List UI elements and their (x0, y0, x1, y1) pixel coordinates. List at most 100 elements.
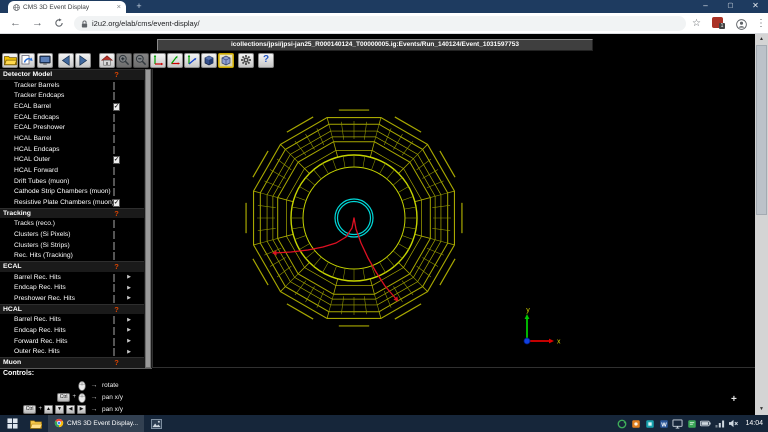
page-scrollbar-thumb[interactable] (756, 45, 767, 215)
sidebar-item-preshower-rec-hits[interactable]: Preshower Rec. Hits▶ (0, 293, 144, 304)
item-checkbox[interactable] (113, 188, 115, 196)
item-checkbox[interactable]: ✓ (113, 156, 120, 164)
section-header-detector-model[interactable]: Detector Model? (0, 69, 144, 80)
item-checkbox[interactable] (113, 327, 115, 335)
sidebar-item-hcal-forward[interactable]: HCAL Forward (0, 165, 144, 176)
sync-icon[interactable] (616, 418, 627, 430)
viewer-expand-button[interactable]: + (731, 394, 737, 405)
sidebar-scrollbar-thumb[interactable] (145, 69, 151, 368)
sidebar-item-tracker-barrels[interactable]: Tracker Barrels (0, 80, 144, 91)
section-header-tracking[interactable]: Tracking? (0, 208, 144, 219)
browser-menu-icon[interactable]: ⋮ (756, 16, 766, 31)
item-checkbox[interactable] (113, 114, 115, 122)
previous-event-button[interactable] (58, 53, 74, 68)
sidebar-item-tracker-endcaps[interactable]: Tracker Endcaps (0, 90, 144, 101)
security-icon[interactable] (630, 418, 641, 430)
page-scrollbar[interactable]: ▲ ▼ (755, 34, 768, 415)
open-file-button[interactable] (2, 53, 18, 68)
item-checkbox[interactable] (113, 231, 115, 239)
new-tab-button[interactable]: + (132, 0, 146, 12)
item-checkbox[interactable] (113, 167, 115, 175)
window-close-button[interactable]: ✕ (743, 0, 768, 13)
sidebar-item-rec-hits-tracking[interactable]: Rec. Hits (Tracking) (0, 250, 144, 261)
display-icon[interactable] (672, 418, 683, 430)
item-expand-icon[interactable]: ▶ (126, 274, 132, 280)
pad-button[interactable]: ▶ (77, 405, 86, 414)
sidebar-item-ecal-barrel[interactable]: ECAL Barrel✓ (0, 101, 144, 112)
sidebar-item-forward-rec-hits[interactable]: Forward Rec. Hits▶ (0, 336, 144, 347)
view-zy-button[interactable] (184, 53, 200, 68)
messaging-icon[interactable] (686, 418, 697, 430)
window-minimize-button[interactable]: – (693, 0, 718, 13)
sidebar-item-clusters-si-pixels[interactable]: Clusters (Si Pixels) (0, 229, 144, 240)
section-help-icon[interactable]: ? (113, 358, 120, 367)
settings-button[interactable] (238, 53, 254, 68)
sidebar-item-endcap-rec-hits[interactable]: Endcap Rec. Hits▶ (0, 325, 144, 336)
export-image-button[interactable] (19, 53, 35, 68)
section-header-hcal[interactable]: HCAL? (0, 304, 144, 315)
section-header-muon[interactable]: Muon? (0, 357, 144, 368)
pad-button[interactable]: ▲ (44, 405, 53, 414)
item-expand-icon[interactable]: ▶ (126, 327, 132, 333)
sidebar-item-hcal-barrel[interactable]: HCAL Barrel (0, 133, 144, 144)
next-event-button[interactable] (75, 53, 91, 68)
sidebar-scrollbar[interactable] (144, 69, 152, 368)
browser-tab[interactable]: CMS 3D Event Display × (8, 1, 126, 13)
sidebar-item-hcal-outer[interactable]: HCAL Outer✓ (0, 154, 144, 165)
item-checkbox[interactable] (113, 135, 115, 143)
scroll-down-icon[interactable]: ▼ (755, 404, 768, 415)
item-expand-icon[interactable]: ▶ (126, 338, 132, 344)
address-bar[interactable]: i2u2.org/elab/cms/event-display/ (74, 16, 686, 31)
item-checkbox[interactable] (113, 295, 115, 303)
view-yx-button[interactable] (150, 53, 166, 68)
item-expand-icon[interactable]: ▶ (126, 285, 132, 291)
word-icon[interactable]: W (658, 418, 669, 430)
sidebar-item-barrel-rec-hits[interactable]: Barrel Rec. Hits▶ (0, 272, 144, 283)
window-maximize-button[interactable]: ▢ (718, 0, 743, 13)
perspective-view-button[interactable] (201, 53, 217, 68)
item-checkbox[interactable]: ✓ (113, 103, 120, 111)
pad-button[interactable]: ◀ (66, 405, 75, 414)
item-checkbox[interactable] (113, 252, 115, 260)
taskbar-active-app[interactable]: CMS 3D Event Display... (48, 415, 144, 432)
sidebar-item-tracks-reco[interactable]: Tracks (reco.) (0, 218, 144, 229)
bookmark-star-icon[interactable]: ☆ (692, 16, 701, 31)
item-checkbox[interactable] (113, 338, 115, 346)
section-help-icon[interactable]: ? (113, 305, 120, 314)
file-explorer-icon[interactable] (24, 415, 48, 432)
pad-button[interactable]: ▼ (55, 405, 64, 414)
zoom-in-button[interactable] (116, 53, 132, 68)
3d-viewer[interactable]: yx (152, 69, 755, 368)
tab-close-icon[interactable]: × (117, 3, 121, 11)
item-checkbox[interactable] (113, 82, 115, 90)
item-expand-icon[interactable]: ▶ (126, 295, 132, 301)
sidebar-item-cathode-strip-chambers-muon[interactable]: Cathode Strip Chambers (muon) (0, 186, 144, 197)
item-checkbox[interactable] (113, 146, 115, 154)
section-help-icon[interactable]: ? (113, 70, 120, 79)
item-checkbox[interactable]: ✓ (113, 199, 120, 207)
sidebar-item-resistive-plate-chambers-muon[interactable]: Resistive Plate Chambers (muon)✓ (0, 197, 144, 208)
event-path-bar[interactable]: icollections/jpsi/jpsi-jan25_R000140124_… (157, 39, 593, 51)
sidebar-item-clusters-si-strips[interactable]: Clusters (Si Strips) (0, 240, 144, 251)
item-checkbox[interactable] (113, 124, 115, 132)
battery-icon[interactable] (700, 418, 711, 430)
help-button[interactable]: ? (258, 53, 274, 68)
home-view-button[interactable] (99, 53, 115, 68)
sidebar-item-ecal-preshower[interactable]: ECAL Preshower (0, 122, 144, 133)
item-checkbox[interactable] (113, 178, 115, 186)
display-settings-button[interactable] (37, 53, 53, 68)
teams-icon[interactable] (644, 418, 655, 430)
photos-icon[interactable] (144, 415, 168, 432)
sidebar-item-barrel-rec-hits[interactable]: Barrel Rec. Hits▶ (0, 314, 144, 325)
item-checkbox[interactable] (113, 220, 115, 228)
item-checkbox[interactable] (113, 274, 115, 282)
sidebar-item-drift-tubes-muon[interactable]: Drift Tubes (muon) (0, 176, 144, 187)
sidebar-item-endcap-rec-hits[interactable]: Endcap Rec. Hits▶ (0, 282, 144, 293)
volume-muted-icon[interactable] (728, 418, 739, 430)
back-icon[interactable]: ← (10, 16, 21, 30)
section-help-icon[interactable]: ? (113, 262, 120, 271)
item-checkbox[interactable] (113, 284, 115, 292)
item-checkbox[interactable] (113, 348, 115, 356)
start-button[interactable] (0, 415, 24, 432)
orthographic-view-button[interactable] (218, 53, 234, 68)
